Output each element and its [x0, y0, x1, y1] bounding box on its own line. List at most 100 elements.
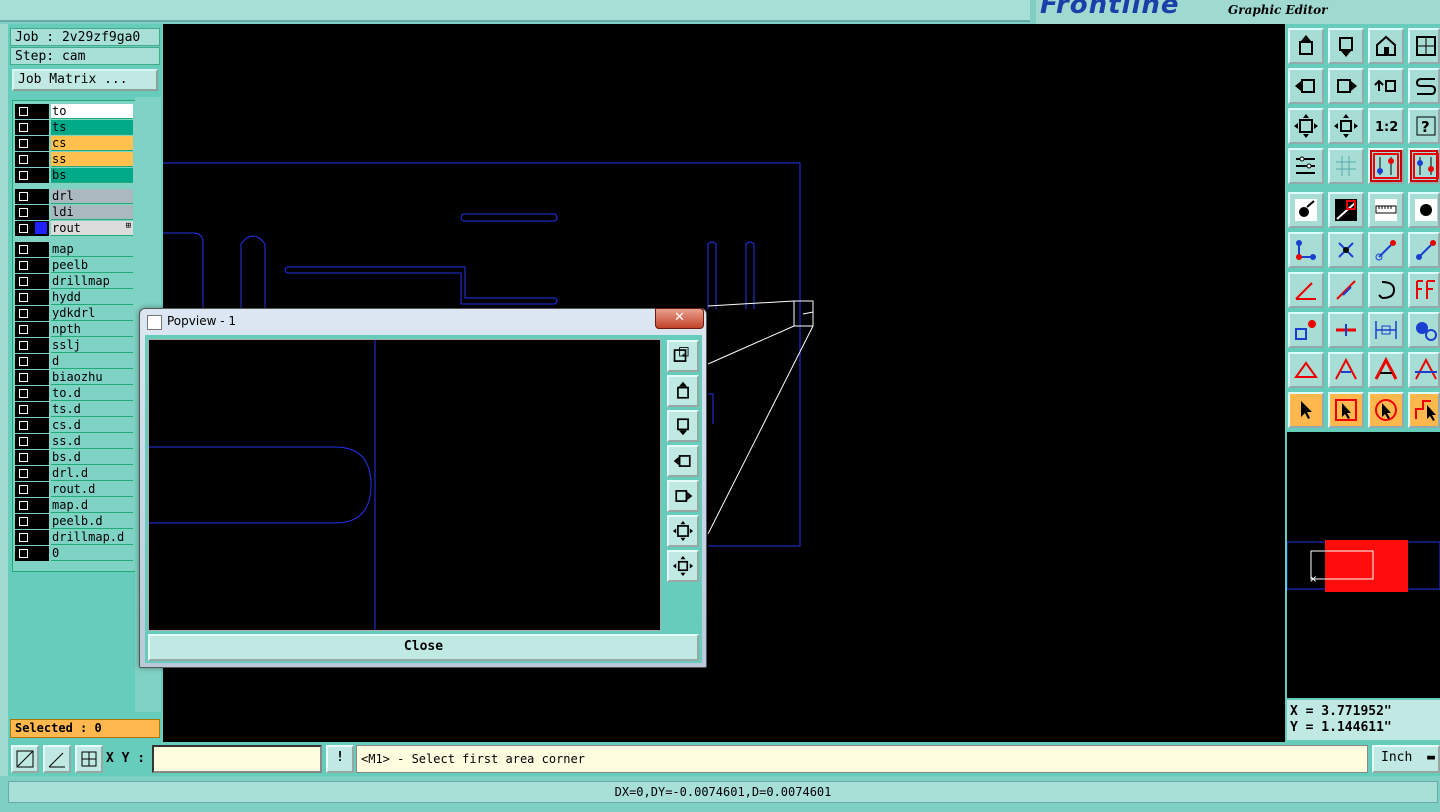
- layer-checkbox[interactable]: [19, 245, 28, 254]
- layer-row-to-d[interactable]: to.d: [15, 386, 133, 401]
- swap-button[interactable]: [1368, 68, 1404, 104]
- triangle-cross-button[interactable]: [1408, 352, 1440, 388]
- layer-row-biaozhu[interactable]: biaozhu: [15, 370, 133, 385]
- select-path-button[interactable]: [1408, 392, 1440, 428]
- layer-checkbox[interactable]: [19, 357, 28, 366]
- node-button[interactable]: [1288, 232, 1324, 268]
- layer-checkbox[interactable]: [19, 171, 28, 180]
- ruler-button[interactable]: [1368, 192, 1404, 228]
- triangle-button[interactable]: [1288, 352, 1324, 388]
- layer-name[interactable]: ts: [51, 120, 133, 135]
- layer-checkbox[interactable]: [19, 437, 28, 446]
- layer-name[interactable]: sslj: [51, 338, 133, 353]
- layer-row-npth[interactable]: npth: [15, 322, 133, 337]
- move-up-button[interactable]: [1288, 28, 1324, 64]
- layer-name[interactable]: peelb.d: [51, 514, 133, 529]
- popview-canvas[interactable]: [148, 339, 661, 631]
- layer-name[interactable]: bs.d: [51, 450, 133, 465]
- popview-zoom-center-button[interactable]: [667, 550, 699, 582]
- layer-row-drillmap[interactable]: drillmap: [15, 274, 133, 289]
- angle-snap-button[interactable]: [43, 745, 71, 773]
- layer-row-drl[interactable]: drl: [15, 189, 133, 204]
- layer-row-ss[interactable]: ss: [15, 152, 133, 167]
- cross-button[interactable]: [1328, 232, 1364, 268]
- layer-row-bs[interactable]: bs: [15, 168, 133, 183]
- layer-name[interactable]: rout.d: [51, 482, 133, 497]
- job-matrix-button[interactable]: Job Matrix ...: [12, 69, 158, 91]
- s-curve-button[interactable]: [1408, 68, 1440, 104]
- home-button[interactable]: [1368, 28, 1404, 64]
- popview-move-up-button[interactable]: [667, 375, 699, 407]
- snap-off-button[interactable]: [11, 745, 39, 773]
- layer-checkbox[interactable]: [19, 549, 28, 558]
- pad-button[interactable]: [1288, 192, 1324, 228]
- layer-row-d[interactable]: d: [15, 354, 133, 369]
- layer-checkbox[interactable]: [19, 517, 28, 526]
- zoom-center-button[interactable]: [1328, 108, 1364, 144]
- layer-checkbox[interactable]: [19, 309, 28, 318]
- layer-row-drl-d[interactable]: drl.d: [15, 466, 133, 481]
- layer-row-cs[interactable]: cs: [15, 136, 133, 151]
- layer-checkbox[interactable]: [19, 453, 28, 462]
- select-circle-button[interactable]: [1368, 392, 1404, 428]
- layer-checkbox[interactable]: [19, 469, 28, 478]
- layer-row-to[interactable]: to: [15, 104, 133, 119]
- point-arrow-2-button[interactable]: [1408, 232, 1440, 268]
- layer-name[interactable]: 0: [51, 546, 133, 561]
- layer-row-rout[interactable]: rout ⊞: [15, 221, 133, 236]
- layer-row-ts[interactable]: ts: [15, 120, 133, 135]
- measure-button[interactable]: [1368, 312, 1404, 348]
- layer-row-map-d[interactable]: map.d: [15, 498, 133, 513]
- popview-move-left-button[interactable]: [667, 445, 699, 477]
- layer-checkbox[interactable]: [19, 325, 28, 334]
- slash-button[interactable]: [1328, 272, 1364, 308]
- box-point-button[interactable]: [1288, 312, 1324, 348]
- layer-name[interactable]: ss.d: [51, 434, 133, 449]
- window-button[interactable]: [1408, 28, 1440, 64]
- layer-name[interactable]: ss: [51, 152, 133, 167]
- layer-row-rout-d[interactable]: rout.d: [15, 482, 133, 497]
- ff-button[interactable]: [1408, 272, 1440, 308]
- layer-name[interactable]: drillmap.d: [51, 530, 133, 545]
- layer-checkbox[interactable]: [19, 192, 28, 201]
- layer-row-bs-d[interactable]: bs.d: [15, 450, 133, 465]
- line-red-button[interactable]: [1328, 192, 1364, 228]
- layer-row-hydd[interactable]: hydd: [15, 290, 133, 305]
- snap-red-button[interactable]: [1368, 148, 1404, 184]
- dot-button[interactable]: [1408, 192, 1440, 228]
- zoom-fit-button[interactable]: [1288, 108, 1324, 144]
- layer-checkbox[interactable]: [19, 373, 28, 382]
- layer-checkbox[interactable]: [19, 155, 28, 164]
- layer-checkbox[interactable]: [19, 139, 28, 148]
- popview-close-x-button[interactable]: ✕: [655, 308, 704, 329]
- unit-selector[interactable]: Inch ▬: [1372, 745, 1440, 773]
- layer-row-peelb[interactable]: peelb: [15, 258, 133, 273]
- move-down-button[interactable]: [1328, 28, 1364, 64]
- layer-name[interactable]: d: [51, 354, 133, 369]
- layer-checkbox[interactable]: [19, 533, 28, 542]
- grid-snap-button[interactable]: [75, 745, 103, 773]
- layer-name[interactable]: ldi: [51, 205, 133, 220]
- layer-name[interactable]: hydd: [51, 290, 133, 305]
- minus-red-button[interactable]: [1328, 312, 1364, 348]
- layer-row-peelb-d[interactable]: peelb.d: [15, 514, 133, 529]
- grid-button[interactable]: [1328, 148, 1364, 184]
- layer-name[interactable]: bs: [51, 168, 133, 183]
- layer-name[interactable]: biaozhu: [51, 370, 133, 385]
- circles-button[interactable]: [1408, 312, 1440, 348]
- layer-name[interactable]: map: [51, 242, 133, 257]
- layer-row-ss-d[interactable]: ss.d: [15, 434, 133, 449]
- settings-button[interactable]: [1288, 148, 1324, 184]
- move-right-button[interactable]: [1328, 68, 1364, 104]
- layer-row-ydkdrl[interactable]: ydkdrl: [15, 306, 133, 321]
- minimap[interactable]: ×: [1286, 432, 1440, 698]
- layer-name[interactable]: drl: [51, 189, 133, 204]
- layer-row-sslj[interactable]: sslj: [15, 338, 133, 353]
- layer-name[interactable]: to.d: [51, 386, 133, 401]
- layer-checkbox[interactable]: [19, 341, 28, 350]
- point-arrow-button[interactable]: [1368, 232, 1404, 268]
- layer-name[interactable]: drillmap: [51, 274, 133, 289]
- layer-checkbox[interactable]: [19, 277, 28, 286]
- layer-checkbox[interactable]: [19, 501, 28, 510]
- layer-name[interactable]: npth: [51, 322, 133, 337]
